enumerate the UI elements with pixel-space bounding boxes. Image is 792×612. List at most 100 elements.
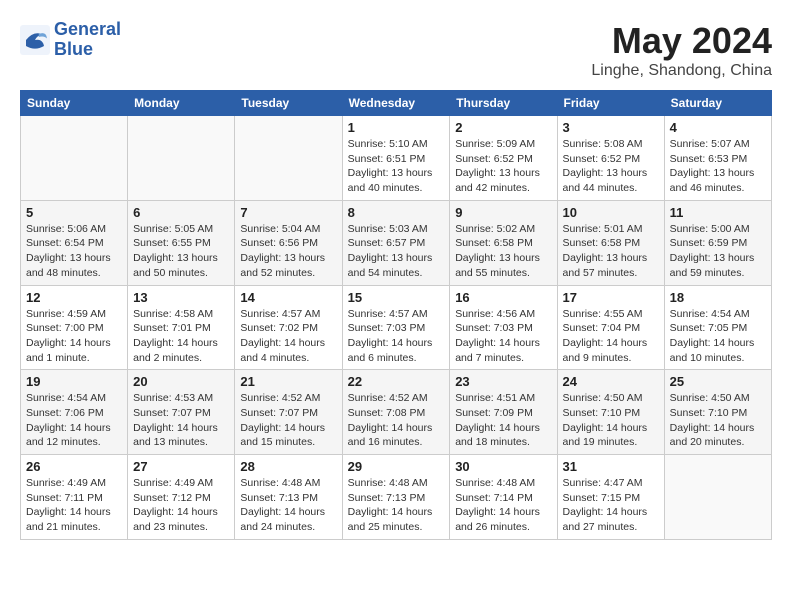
day-info: Sunrise: 5:04 AM Sunset: 6:56 PM Dayligh… (240, 222, 336, 281)
calendar-cell (664, 455, 771, 540)
day-number: 25 (670, 374, 766, 389)
day-info: Sunrise: 5:03 AM Sunset: 6:57 PM Dayligh… (348, 222, 445, 281)
day-info: Sunrise: 4:49 AM Sunset: 7:12 PM Dayligh… (133, 476, 229, 535)
calendar-cell: 19 Sunrise: 4:54 AM Sunset: 7:06 PM Dayli… (21, 370, 128, 455)
calendar-cell: 24 Sunrise: 4:50 AM Sunset: 7:10 PM Dayli… (557, 370, 664, 455)
day-info: Sunrise: 4:54 AM Sunset: 7:05 PM Dayligh… (670, 307, 766, 366)
day-number: 12 (26, 290, 122, 305)
day-info: Sunrise: 4:48 AM Sunset: 7:13 PM Dayligh… (240, 476, 336, 535)
day-info: Sunrise: 5:10 AM Sunset: 6:51 PM Dayligh… (348, 137, 445, 196)
day-number: 4 (670, 120, 766, 135)
calendar-cell: 30Sunrise: 4:48 AM Sunset: 7:14 PM Dayli… (450, 455, 557, 540)
day-info: Sunrise: 4:51 AM Sunset: 7:09 PM Dayligh… (455, 391, 551, 450)
day-number: 26 (26, 459, 122, 474)
day-number: 24 (563, 374, 659, 389)
logo-icon (20, 25, 50, 55)
calendar-week-row: 19 Sunrise: 4:54 AM Sunset: 7:06 PM Dayli… (21, 370, 772, 455)
calendar-cell: 23 Sunrise: 4:51 AM Sunset: 7:09 PM Dayli… (450, 370, 557, 455)
day-info: Sunrise: 5:00 AM Sunset: 6:59 PM Dayligh… (670, 222, 766, 281)
location-title: Linghe, Shandong, China (591, 62, 772, 80)
calendar-cell: 13 Sunrise: 4:58 AM Sunset: 7:01 PM Dayli… (128, 285, 235, 370)
calendar-cell: 22 Sunrise: 4:52 AM Sunset: 7:08 PM Dayli… (342, 370, 450, 455)
day-info: Sunrise: 4:50 AM Sunset: 7:10 PM Dayligh… (670, 391, 766, 450)
calendar-cell (235, 116, 342, 201)
day-info: Sunrise: 5:06 AM Sunset: 6:54 PM Dayligh… (26, 222, 122, 281)
day-info: Sunrise: 4:50 AM Sunset: 7:10 PM Dayligh… (563, 391, 659, 450)
weekday-header: Saturday (664, 91, 771, 116)
calendar-cell: 25 Sunrise: 4:50 AM Sunset: 7:10 PM Dayli… (664, 370, 771, 455)
weekday-header: Friday (557, 91, 664, 116)
day-info: Sunrise: 5:02 AM Sunset: 6:58 PM Dayligh… (455, 222, 551, 281)
calendar-cell: 29 Sunrise: 4:48 AM Sunset: 7:13 PM Dayli… (342, 455, 450, 540)
day-number: 19 (26, 374, 122, 389)
calendar-table: SundayMondayTuesdayWednesdayThursdayFrid… (20, 90, 772, 540)
day-number: 17 (563, 290, 659, 305)
day-number: 16 (455, 290, 551, 305)
day-info: Sunrise: 4:57 AM Sunset: 7:03 PM Dayligh… (348, 307, 445, 366)
day-info: Sunrise: 5:05 AM Sunset: 6:55 PM Dayligh… (133, 222, 229, 281)
logo: General Blue (20, 20, 121, 60)
logo-text: General Blue (54, 20, 121, 60)
calendar-cell: 18Sunrise: 4:54 AM Sunset: 7:05 PM Dayli… (664, 285, 771, 370)
day-info: Sunrise: 5:07 AM Sunset: 6:53 PM Dayligh… (670, 137, 766, 196)
day-number: 7 (240, 205, 336, 220)
day-number: 29 (348, 459, 445, 474)
day-info: Sunrise: 4:58 AM Sunset: 7:01 PM Dayligh… (133, 307, 229, 366)
calendar-cell: 16 Sunrise: 4:56 AM Sunset: 7:03 PM Dayli… (450, 285, 557, 370)
day-number: 28 (240, 459, 336, 474)
weekday-header: Monday (128, 91, 235, 116)
calendar-cell: 1 Sunrise: 5:10 AM Sunset: 6:51 PM Daylig… (342, 116, 450, 201)
day-info: Sunrise: 5:09 AM Sunset: 6:52 PM Dayligh… (455, 137, 551, 196)
calendar-cell: 21 Sunrise: 4:52 AM Sunset: 7:07 PM Dayli… (235, 370, 342, 455)
day-number: 30 (455, 459, 551, 474)
day-info: Sunrise: 4:48 AM Sunset: 7:13 PM Dayligh… (348, 476, 445, 535)
weekday-header: Sunday (21, 91, 128, 116)
day-number: 21 (240, 374, 336, 389)
day-info: Sunrise: 5:01 AM Sunset: 6:58 PM Dayligh… (563, 222, 659, 281)
calendar-week-row: 5 Sunrise: 5:06 AM Sunset: 6:54 PM Daylig… (21, 200, 772, 285)
calendar-cell: 12 Sunrise: 4:59 AM Sunset: 7:00 PM Dayli… (21, 285, 128, 370)
day-info: Sunrise: 4:52 AM Sunset: 7:08 PM Dayligh… (348, 391, 445, 450)
calendar-cell: 11 Sunrise: 5:00 AM Sunset: 6:59 PM Dayli… (664, 200, 771, 285)
day-number: 23 (455, 374, 551, 389)
day-info: Sunrise: 4:47 AM Sunset: 7:15 PM Dayligh… (563, 476, 659, 535)
day-number: 3 (563, 120, 659, 135)
calendar-cell: 10Sunrise: 5:01 AM Sunset: 6:58 PM Dayli… (557, 200, 664, 285)
calendar-cell: 31Sunrise: 4:47 AM Sunset: 7:15 PM Dayli… (557, 455, 664, 540)
calendar-header-row: SundayMondayTuesdayWednesdayThursdayFrid… (21, 91, 772, 116)
day-info: Sunrise: 4:49 AM Sunset: 7:11 PM Dayligh… (26, 476, 122, 535)
calendar-cell: 28 Sunrise: 4:48 AM Sunset: 7:13 PM Dayli… (235, 455, 342, 540)
calendar-week-row: 1 Sunrise: 5:10 AM Sunset: 6:51 PM Daylig… (21, 116, 772, 201)
calendar-cell: 17 Sunrise: 4:55 AM Sunset: 7:04 PM Dayli… (557, 285, 664, 370)
day-number: 20 (133, 374, 229, 389)
day-info: Sunrise: 4:59 AM Sunset: 7:00 PM Dayligh… (26, 307, 122, 366)
day-number: 11 (670, 205, 766, 220)
day-info: Sunrise: 4:54 AM Sunset: 7:06 PM Dayligh… (26, 391, 122, 450)
day-number: 13 (133, 290, 229, 305)
calendar-week-row: 26 Sunrise: 4:49 AM Sunset: 7:11 PM Dayli… (21, 455, 772, 540)
calendar-cell: 5 Sunrise: 5:06 AM Sunset: 6:54 PM Daylig… (21, 200, 128, 285)
day-number: 1 (348, 120, 445, 135)
calendar-cell: 7 Sunrise: 5:04 AM Sunset: 6:56 PM Daylig… (235, 200, 342, 285)
day-info: Sunrise: 4:56 AM Sunset: 7:03 PM Dayligh… (455, 307, 551, 366)
day-number: 5 (26, 205, 122, 220)
calendar-cell: 27Sunrise: 4:49 AM Sunset: 7:12 PM Dayli… (128, 455, 235, 540)
calendar-week-row: 12 Sunrise: 4:59 AM Sunset: 7:00 PM Dayli… (21, 285, 772, 370)
calendar-cell: 2 Sunrise: 5:09 AM Sunset: 6:52 PM Daylig… (450, 116, 557, 201)
day-number: 15 (348, 290, 445, 305)
day-number: 14 (240, 290, 336, 305)
day-info: Sunrise: 4:55 AM Sunset: 7:04 PM Dayligh… (563, 307, 659, 366)
day-info: Sunrise: 4:52 AM Sunset: 7:07 PM Dayligh… (240, 391, 336, 450)
day-number: 22 (348, 374, 445, 389)
calendar-cell (128, 116, 235, 201)
calendar-cell: 6 Sunrise: 5:05 AM Sunset: 6:55 PM Daylig… (128, 200, 235, 285)
weekday-header: Wednesday (342, 91, 450, 116)
calendar-cell (21, 116, 128, 201)
day-number: 2 (455, 120, 551, 135)
day-info: Sunrise: 5:08 AM Sunset: 6:52 PM Dayligh… (563, 137, 659, 196)
calendar-cell: 26 Sunrise: 4:49 AM Sunset: 7:11 PM Dayli… (21, 455, 128, 540)
day-number: 9 (455, 205, 551, 220)
weekday-header: Tuesday (235, 91, 342, 116)
day-number: 6 (133, 205, 229, 220)
calendar-cell: 8Sunrise: 5:03 AM Sunset: 6:57 PM Daylig… (342, 200, 450, 285)
